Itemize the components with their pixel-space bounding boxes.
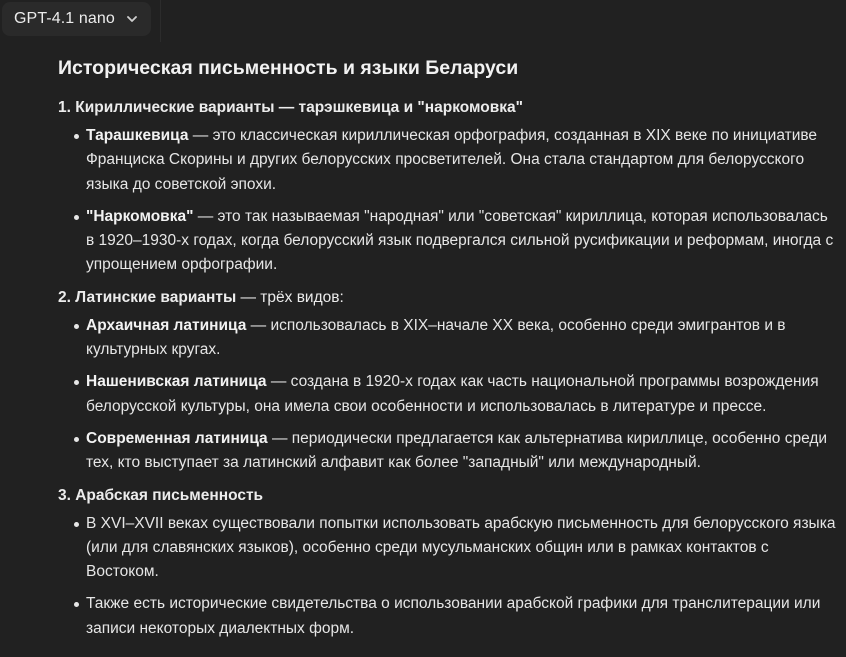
list-item-term: Нашенивская латиница (86, 373, 267, 391)
list-item: Архаичная латиница — использовалась в XI… (58, 314, 840, 363)
list-item: В XVI–XVII веках существовали попытки ис… (58, 512, 840, 585)
top-bar: GPT-4.1 nano (0, 0, 846, 42)
assistant-message: Историческая письменность и языки Белару… (58, 54, 840, 649)
section-heading-bold: 2. Латинские варианты (58, 288, 237, 306)
list-item: Также есть исторические свидетельства о … (58, 592, 840, 641)
chevron-down-icon (126, 16, 137, 22)
bullet-list: Тарашкевица — это классическая кирилличе… (58, 124, 840, 278)
header-divider (160, 0, 161, 42)
bullet-list: В XVI–XVII веках существовали попытки ис… (58, 512, 840, 641)
list-item-text: — это классическая кириллическая орфогра… (86, 127, 818, 193)
list-item-text: — это так называемая "народная" или "сов… (86, 207, 834, 274)
section-heading: 3. Арабская письменность (58, 484, 840, 508)
model-selector-button[interactable]: GPT-4.1 nano (2, 2, 151, 36)
list-item-text: Также есть исторические свидетельства о … (86, 595, 821, 637)
section-heading-rest: — трёх видов: (236, 288, 344, 306)
list-item: "Наркомовка" — это так называемая "народ… (58, 205, 840, 278)
bullet-list: Архаичная латиница — использовалась в XI… (58, 314, 840, 476)
section-heading: 1. Кириллические варианты — тарэшкевица … (58, 96, 840, 120)
article-title: Историческая письменность и языки Белару… (58, 57, 519, 79)
list-item: Нашенивская латиница — создана в 1920-х … (58, 370, 840, 419)
list-item-term: Архаичная латиница (86, 316, 247, 334)
list-item: Тарашкевица — это классическая кирилличе… (58, 124, 840, 197)
list-item: Современная латиница — периодически пред… (58, 427, 840, 476)
section-heading-bold: 3. Арабская письменность (58, 486, 264, 504)
section-heading-bold: 1. Кириллические варианты — тарэшкевица … (58, 99, 524, 116)
model-name: GPT-4.1 nano (14, 10, 115, 27)
list-item-term: "Наркомовка" (86, 207, 194, 225)
list-item-term: Современная латиница (86, 429, 268, 447)
list-item-text: В XVI–XVII веках существовали попытки ис… (86, 514, 836, 581)
list-item-term: Тарашкевица (86, 127, 189, 144)
section-heading: 2. Латинские варианты — трёх видов: (58, 286, 840, 310)
